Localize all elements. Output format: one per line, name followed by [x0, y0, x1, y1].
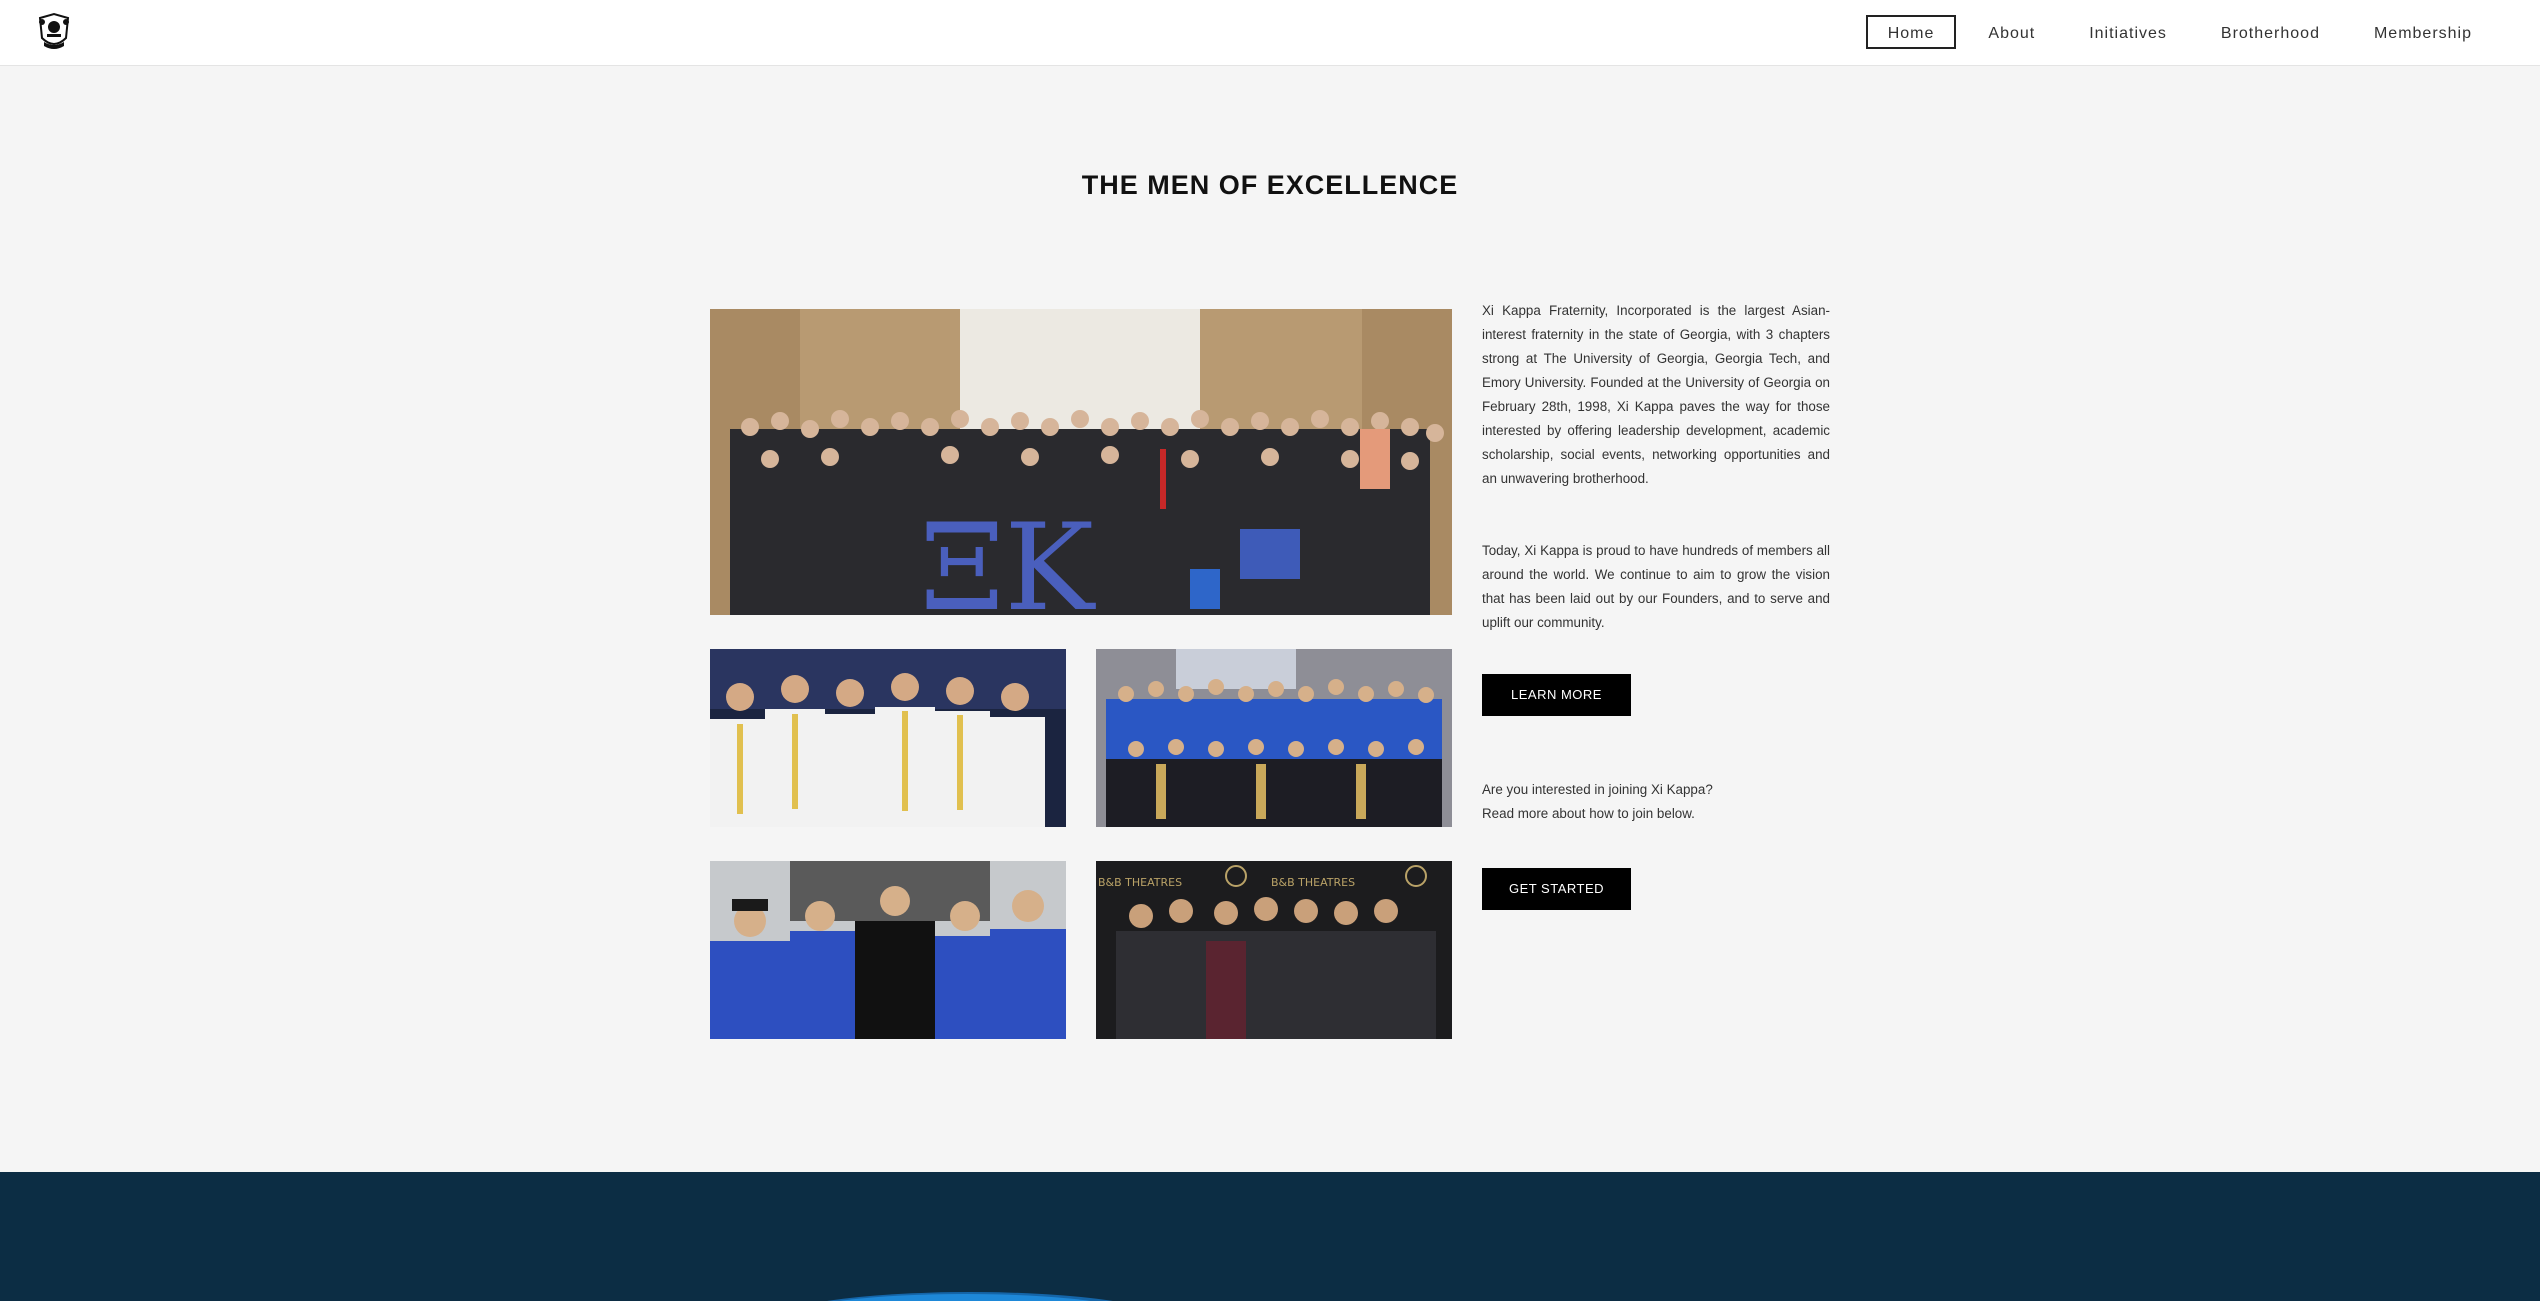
- photo-white-shirts: [710, 649, 1066, 827]
- about-paragraph-1: Xi Kappa Fraternity, Incorporated is the…: [1482, 303, 1830, 486]
- theatre-sign-right: B&B THEATRES: [1271, 876, 1355, 889]
- photo-blue-jackets: [710, 861, 1066, 1039]
- fraternity-crest-logo[interactable]: [36, 12, 72, 52]
- join-question: Are you interested in joining Xi Kappa?: [1482, 782, 1713, 797]
- nav-about[interactable]: About: [1966, 15, 2057, 49]
- photo-blue-shirts-group: [1096, 649, 1452, 827]
- about-paragraph-2: Today, Xi Kappa is proud to have hundred…: [1482, 543, 1830, 630]
- xk-letters-text: ΞK: [920, 499, 1096, 615]
- theatre-sign-left: B&B THEATRES: [1098, 876, 1182, 889]
- page-title: THE MEN OF EXCELLENCE: [1081, 170, 1459, 200]
- join-subtext: Read more about how to join below.: [1482, 806, 1695, 821]
- photo-theatre-event: B&B THEATRES B&B THEATRES: [1096, 861, 1452, 1039]
- nav-membership[interactable]: Membership: [2352, 15, 2494, 49]
- nav-brotherhood[interactable]: Brotherhood: [2199, 15, 2342, 49]
- nav-home[interactable]: Home: [1865, 15, 1957, 49]
- nav-links: Home About Initiatives Brotherhood Membe…: [1856, 15, 2494, 49]
- learn-more-button[interactable]: LEARN MORE: [1482, 674, 1631, 716]
- footer-band: [0, 1172, 2540, 1301]
- nav-initiatives[interactable]: Initiatives: [2067, 15, 2189, 49]
- get-started-button[interactable]: GET STARTED: [1482, 868, 1631, 910]
- top-nav: Home About Initiatives Brotherhood Membe…: [0, 0, 2540, 66]
- group-photo-main: ΞK: [710, 309, 1452, 615]
